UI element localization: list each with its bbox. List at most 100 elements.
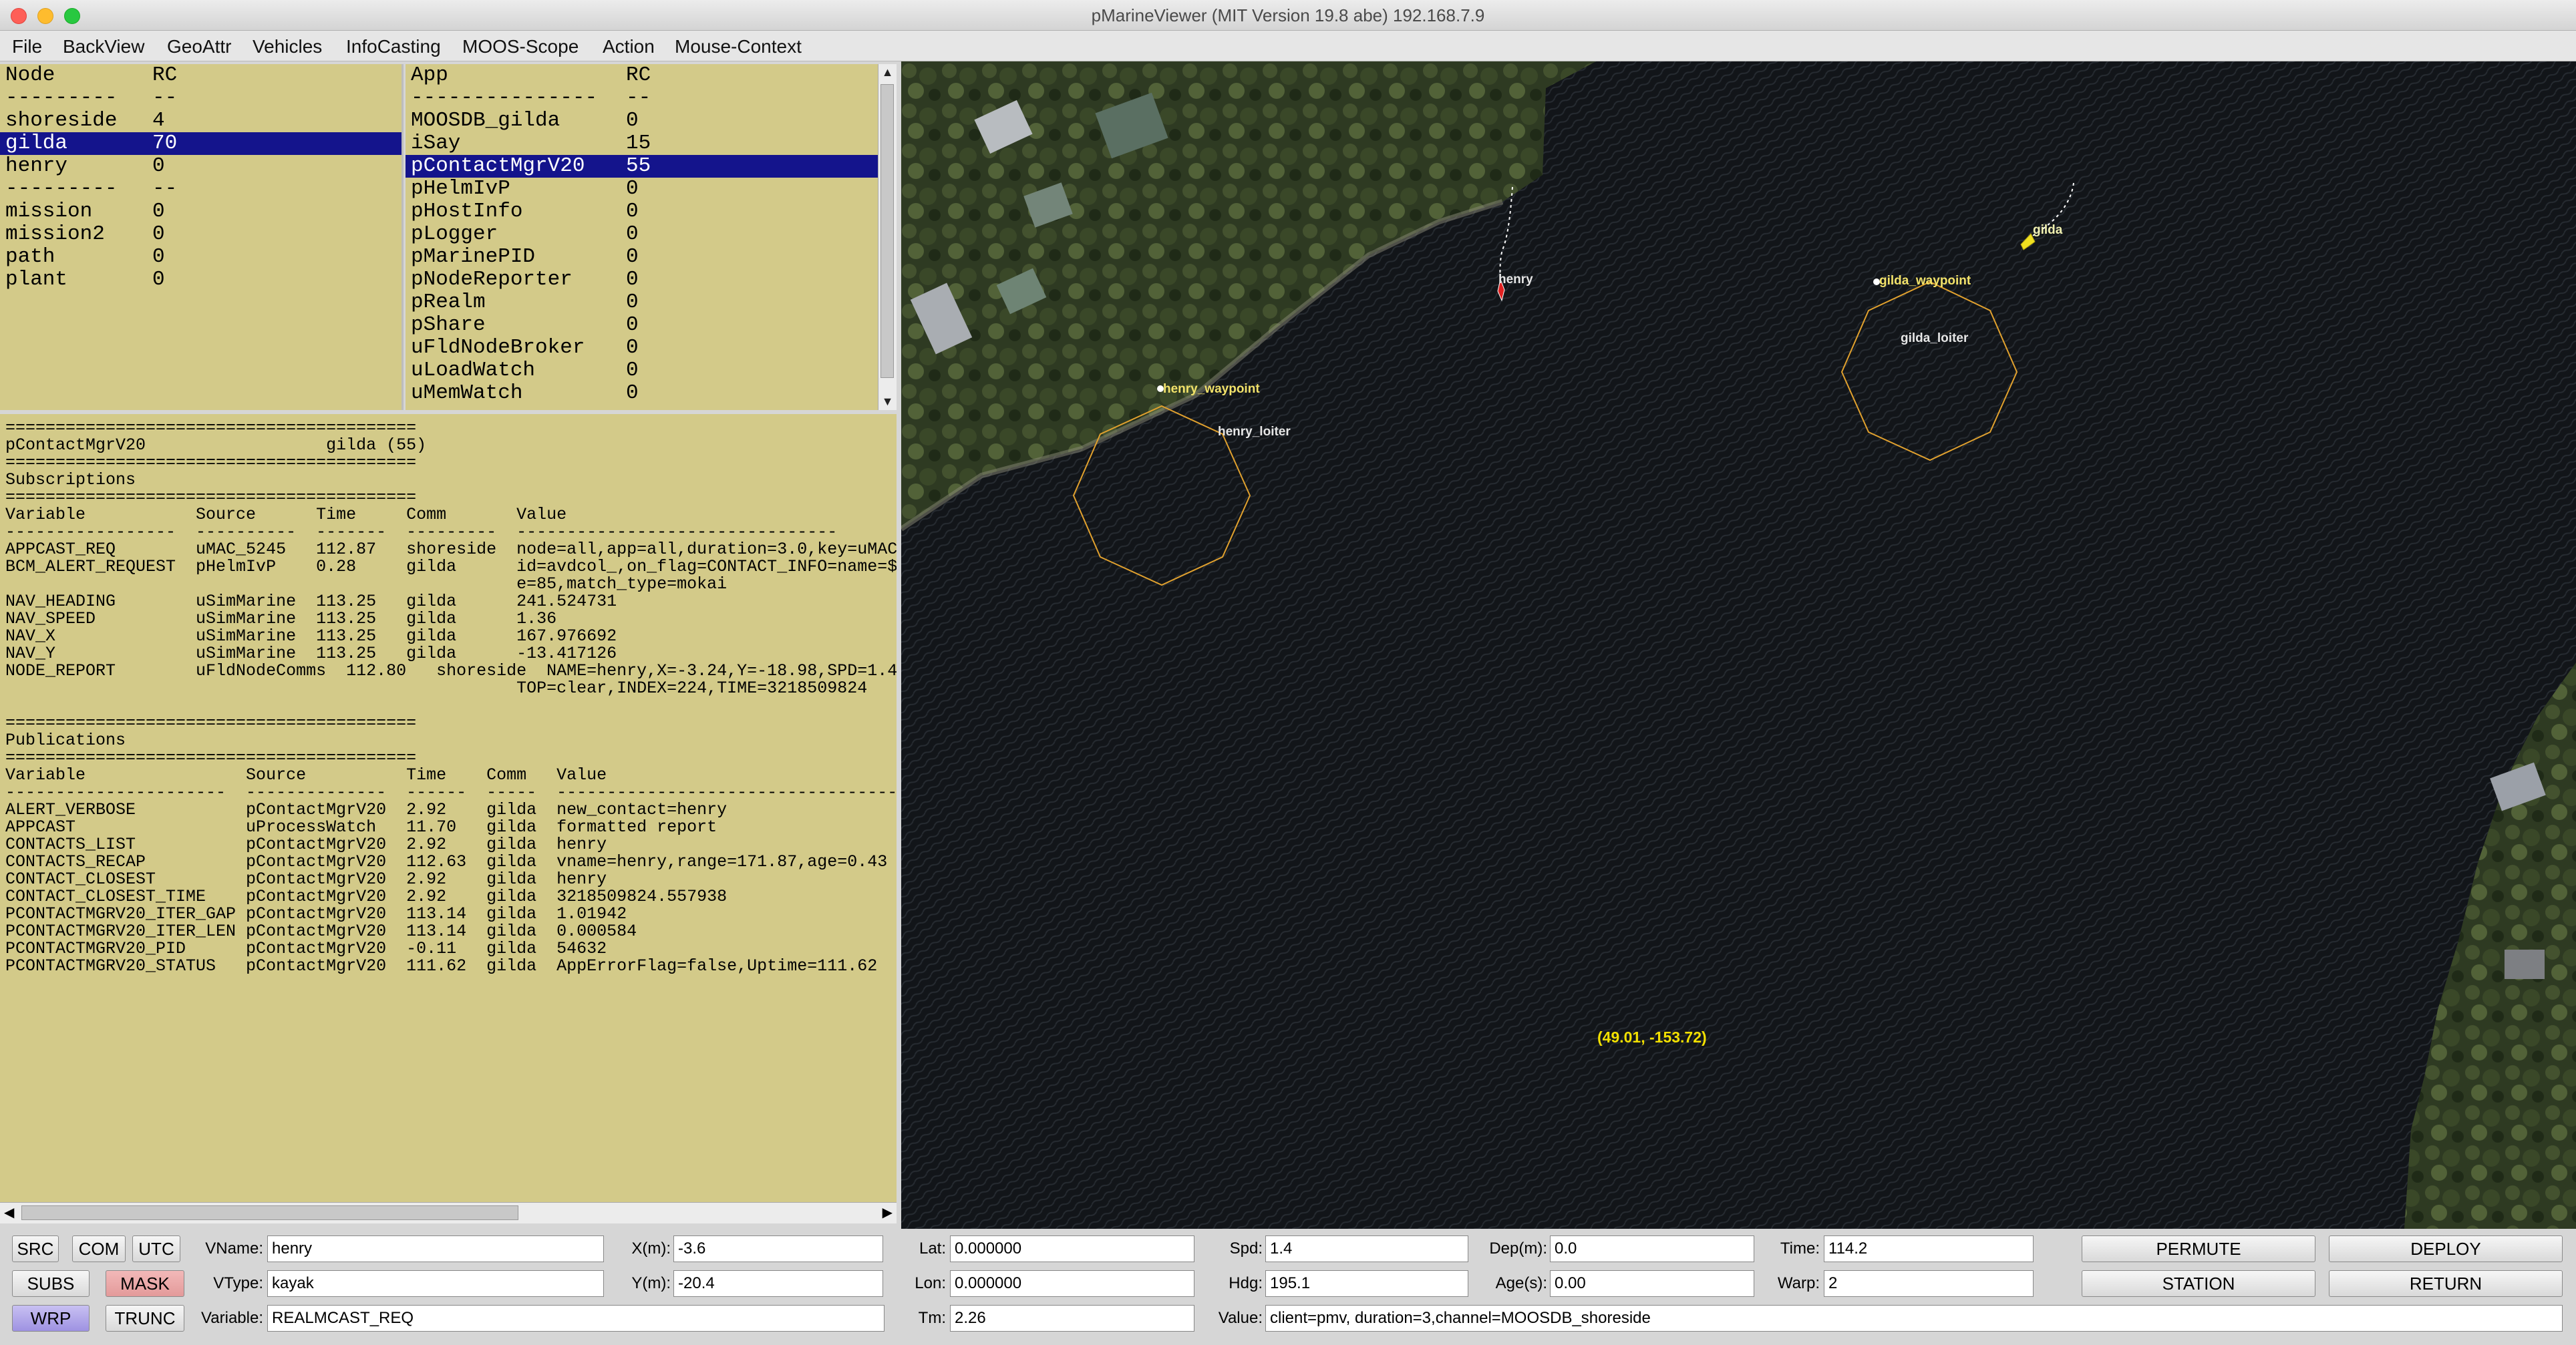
trunc-button[interactable]: TRUNC [106,1305,184,1332]
scope-line: CONTACTS_LIST pContactMgrV20 2.92 gilda … [5,835,607,854]
subs-button[interactable]: SUBS [12,1270,90,1297]
scroll-down-icon[interactable]: ▼ [878,395,897,409]
scroll-left-icon[interactable]: ◀ [4,1204,14,1221]
tm-field[interactable]: 2.26 [950,1305,1194,1332]
node-list-row[interactable]: gilda 70 [0,132,401,155]
wrp-button[interactable]: WRP [12,1305,90,1332]
app-list-row[interactable]: pLogger 0 [406,223,878,246]
scope-line: APPCAST_REQ uMAC_5245 112.87 shoreside n… [5,540,897,559]
vtype-field[interactable]: kayak [267,1270,604,1297]
node-list-rc: 70 [152,132,178,155]
deploy-button[interactable]: DEPLOY [2329,1235,2563,1262]
com-button[interactable]: COM [72,1235,126,1262]
return-button[interactable]: RETURN [2329,1270,2563,1297]
variable-field[interactable]: REALMCAST_REQ [267,1305,884,1332]
menu-action[interactable]: Action [603,36,655,57]
henry-loiter-label: henry_loiter [1218,425,1291,439]
scrollbar-thumb[interactable] [21,1205,518,1220]
menu-file[interactable]: File [12,36,42,57]
app-list-name: pMarinePID [411,245,536,268]
app-list-panel: App RC --------------- -- MOOSDB_gilda 0 iSa… [406,64,878,410]
app-list-scrollbar[interactable]: ▲ ▼ [878,64,897,410]
time-field[interactable]: 114.2 [1824,1235,2034,1262]
node-list-name: shoreside [5,109,118,132]
spd-field[interactable]: 1.4 [1265,1235,1468,1262]
scrollbar-thumb[interactable] [880,84,894,378]
app-list-row[interactable]: pContactMgrV20 55 [406,155,878,178]
node-list-name: path [5,245,55,268]
app-list-row[interactable]: pHelmIvP 0 [406,178,878,200]
node-list-row[interactable]: mission 0 [0,200,401,223]
menu-mouse-context[interactable]: Mouse-Context [675,36,802,57]
y-field[interactable]: -20.4 [673,1270,883,1297]
app-list-row[interactable]: pMarinePID 0 [406,246,878,268]
node-list-row[interactable]: shoreside 4 [0,110,401,132]
depth-field[interactable]: 0.0 [1550,1235,1754,1262]
node-list-panel: Node RC --------- -- shoreside 4 gilda 70 henr… [0,64,404,410]
map-view[interactable]: henry gilda henry_waypoint henry_loiter … [901,61,2576,1229]
app-list-row[interactable]: pHostInfo 0 [406,200,878,223]
app-list-rc: 0 [626,313,639,337]
vname-field[interactable]: henry [267,1235,604,1262]
menu-moos-scope[interactable]: MOOS-Scope [462,36,579,57]
app-list-name: pContactMgrV20 [411,154,585,178]
node-list-row[interactable]: mission2 0 [0,223,401,246]
app-list-rc: 0 [626,245,639,268]
lat-label: Lat: [919,1239,946,1258]
scope-line: Variable Source Time Comm Value [5,505,567,524]
scope-line: NODE_REPORT uFldNodeComms 112.80 shoresi… [5,661,897,681]
permute-button[interactable]: PERMUTE [2082,1235,2315,1262]
app-list-row[interactable]: pNodeReporter 0 [406,268,878,291]
age-field[interactable]: 0.00 [1550,1270,1754,1297]
lon-label: Lon: [915,1274,946,1292]
node-list-row[interactable]: --------- -- [0,87,401,110]
lon-field[interactable]: 0.000000 [950,1270,1194,1297]
src-button[interactable]: SRC [12,1235,59,1262]
moos-scope-panel: ========================================… [0,414,897,1202]
app-list-row[interactable]: uMemWatch 0 [406,382,878,405]
menu-infocasting[interactable]: InfoCasting [346,36,441,57]
menu-geoattr[interactable]: GeoAttr [167,36,231,57]
scope-line: PCONTACTMGRV20_PID pContactMgrV20 -0.11 … [5,939,607,958]
app-list-row[interactable]: pRealm 0 [406,291,878,314]
scroll-right-icon[interactable]: ▶ [882,1204,893,1221]
value-field[interactable]: client=pmv, duration=3,channel=MOOSDB_sh… [1265,1305,2563,1332]
node-list-name: henry [5,154,68,178]
utc-button[interactable]: UTC [132,1235,180,1262]
x-field[interactable]: -3.6 [673,1235,883,1262]
app-list-row[interactable]: uFldNodeBroker 0 [406,337,878,359]
node-list-rc: -- [152,177,178,200]
node-list-name: plant [5,268,68,291]
app-list-row[interactable]: iSay 15 [406,132,878,155]
scroll-up-icon[interactable]: ▲ [878,65,897,79]
lat-field[interactable]: 0.000000 [950,1235,1194,1262]
app-list-row[interactable]: --------------- -- [406,87,878,110]
node-list-header: Node RC [0,64,401,87]
node-list-row[interactable]: henry 0 [0,155,401,178]
mask-button[interactable]: MASK [106,1270,184,1297]
scope-horizontal-scrollbar[interactable]: ◀ ▶ [0,1202,897,1223]
app-list-row[interactable]: uLoadWatch 0 [406,359,878,382]
app-list-name: pRealm [411,291,486,314]
node-list-row[interactable]: plant 0 [0,268,401,291]
scope-line: CONTACT_CLOSEST_TIME pContactMgrV20 2.92… [5,887,728,906]
menu-vehicles[interactable]: Vehicles [253,36,322,57]
scope-line: NAV_X uSimMarine 113.25 gilda 167.976692 [5,626,617,646]
warp-field[interactable]: 2 [1824,1270,2034,1297]
node-list-row[interactable]: path 0 [0,246,401,268]
app-list-row[interactable]: MOOSDB_gilda 0 [406,110,878,132]
vname-label: VName: [205,1239,263,1258]
menu-backview[interactable]: BackView [63,36,144,57]
app-list-row[interactable]: pShare 0 [406,314,878,337]
value-label: Value: [1218,1309,1263,1327]
variable-label: Variable: [201,1309,263,1327]
app-list-rc: 0 [626,109,639,132]
scope-line: CONTACTS_RECAP pContactMgrV20 112.63 gil… [5,852,888,872]
station-button[interactable]: STATION [2082,1270,2315,1297]
cursor-coordinates: (49.01, -153.72) [1597,1028,1707,1046]
node-list-row[interactable]: --------- -- [0,178,401,200]
hdg-field[interactable]: 195.1 [1265,1270,1468,1297]
gilda-label: gilda [2033,223,2063,237]
app-list-rc: 0 [626,336,639,359]
app-list-name: pHelmIvP [411,177,510,200]
